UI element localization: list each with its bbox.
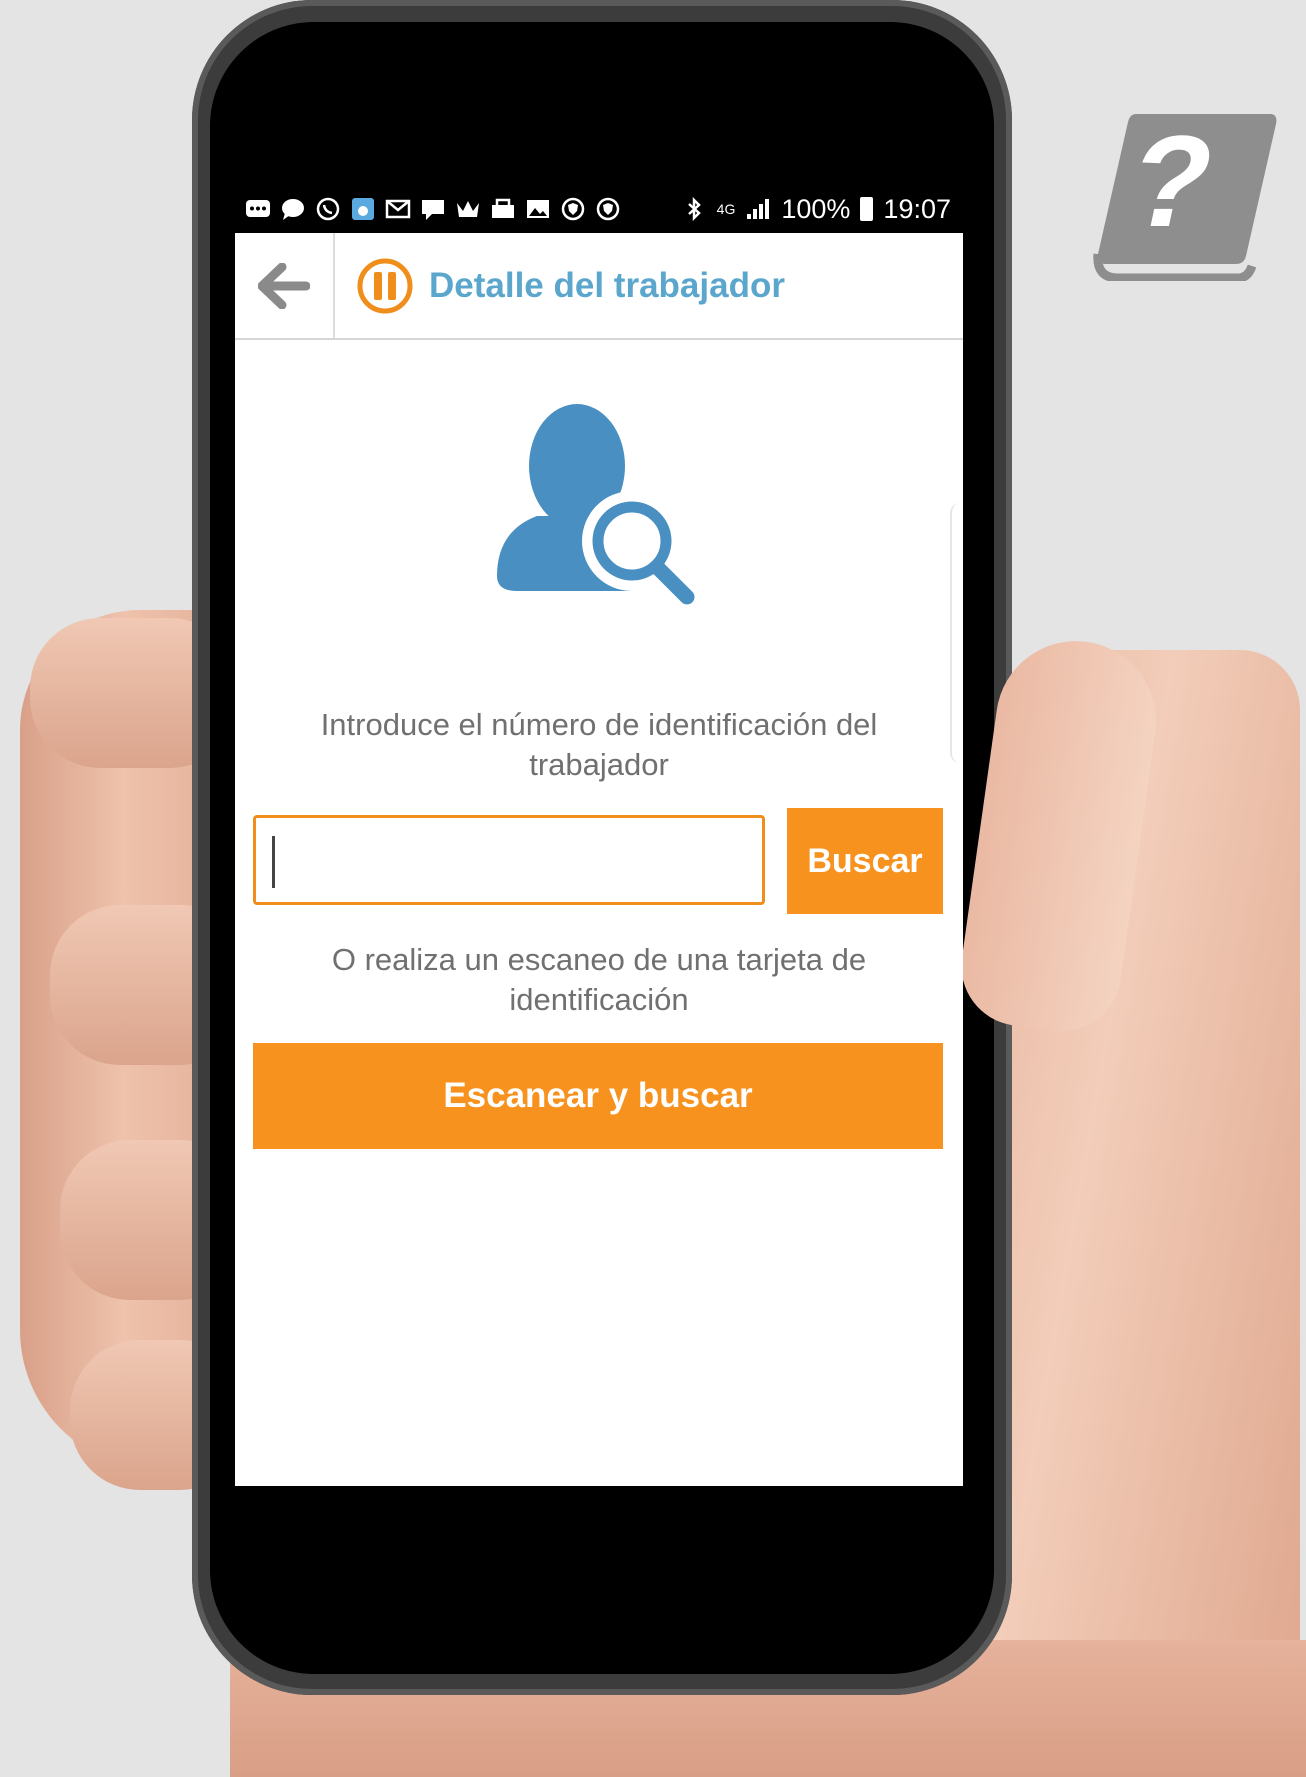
scan-and-search-button[interactable]: Escanear y buscar	[253, 1043, 943, 1149]
pause-icon[interactable]	[357, 258, 413, 314]
user-search-icon	[497, 404, 695, 605]
signal-icon	[747, 199, 770, 219]
whatsapp-icon	[316, 197, 340, 221]
page-title: Detalle del trabajador	[429, 265, 785, 305]
battery-percent: 100%	[781, 193, 851, 224]
arrow-left-icon	[258, 262, 310, 309]
id-instruction: Introduce el número de identificación de…	[320, 707, 878, 782]
vpn-icon	[561, 197, 585, 221]
status-bar: 4G 100% 19:07	[235, 180, 963, 238]
search-button[interactable]: Buscar	[787, 808, 943, 914]
id-number-input[interactable]	[253, 815, 765, 905]
battery-icon	[860, 197, 874, 221]
chat-icon	[282, 199, 304, 220]
gallery-icon	[527, 200, 549, 218]
more-icon	[246, 200, 270, 217]
app-bar: Detalle del trabajador	[235, 233, 963, 340]
bluetooth-icon	[687, 197, 701, 221]
vpn-icon	[596, 197, 620, 221]
mail-icon	[385, 199, 411, 219]
crown-icon	[457, 201, 479, 217]
text-cursor	[272, 836, 275, 888]
scan-instruction: O realiza un escaneo de una tarjeta de i…	[331, 942, 867, 1017]
clock: 19:07	[883, 193, 951, 224]
message-icon	[422, 200, 444, 220]
network-type: 4G	[716, 201, 736, 217]
app-icon	[352, 198, 374, 220]
inbox-icon	[492, 198, 514, 218]
help-book-icon[interactable]: ?	[1088, 106, 1278, 281]
notification-icons	[235, 197, 621, 221]
back-button[interactable]	[235, 233, 335, 338]
system-status: 4G 100% 19:07	[681, 194, 963, 225]
app-screen: Detalle del trabajador Introduce el núme…	[235, 233, 963, 1486]
scroll-indicator[interactable]	[950, 503, 963, 763]
